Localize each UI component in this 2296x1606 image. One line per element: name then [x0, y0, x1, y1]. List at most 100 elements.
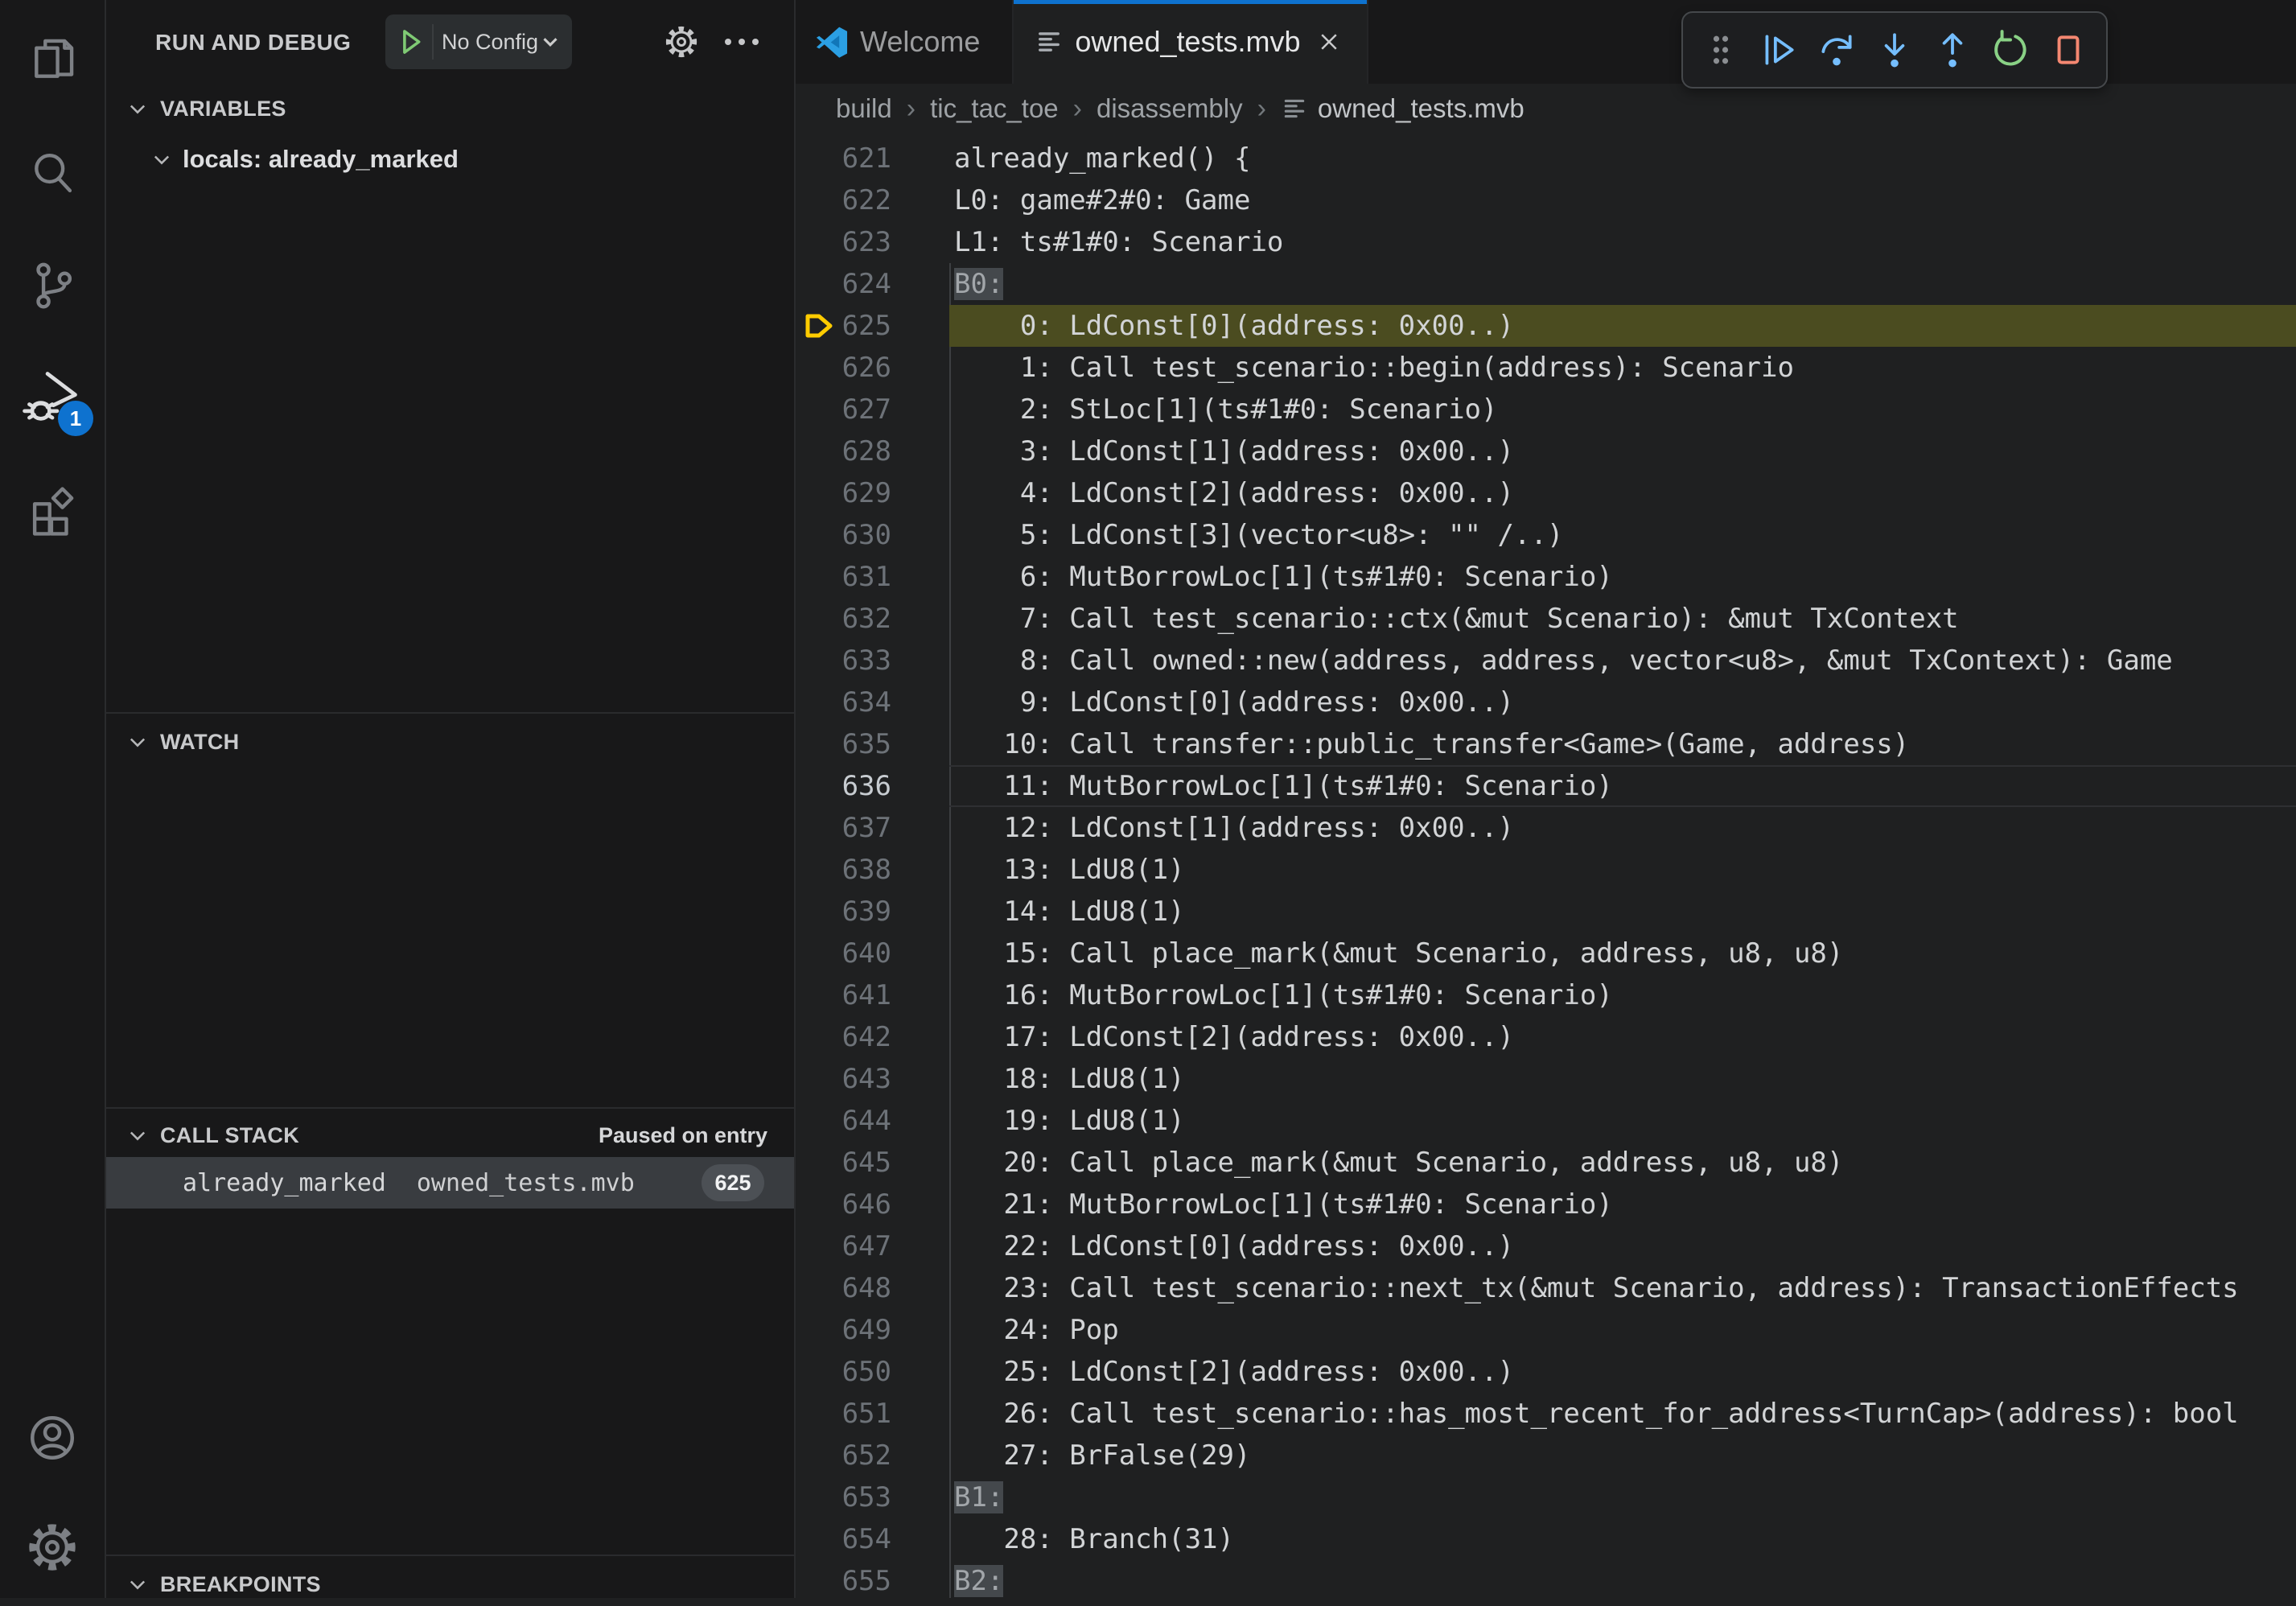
code-text[interactable]: 10: Call transfer::public_transfer<Game>… — [949, 723, 2296, 765]
explorer-icon[interactable] — [0, 8, 105, 113]
block-label-line[interactable]: B1: — [949, 1476, 2296, 1518]
code-text[interactable]: 26: Call test_scenario::has_most_recent_… — [949, 1393, 2296, 1435]
breadcrumb-item[interactable]: build — [836, 93, 892, 124]
start-debug-icon[interactable] — [395, 27, 426, 57]
step-out-icon[interactable] — [1928, 25, 1977, 75]
code-text[interactable]: 2: StLoc[1](ts#1#0: Scenario) — [949, 389, 2296, 430]
line-number[interactable]: 641 — [796, 974, 949, 1016]
code-text[interactable]: 17: LdConst[2](address: 0x00..) — [949, 1016, 2296, 1058]
line-number[interactable]: 624 — [796, 263, 949, 305]
line-number[interactable]: 626 — [796, 347, 949, 389]
step-over-icon[interactable] — [1812, 25, 1862, 75]
block-label-line[interactable]: B2: — [949, 1560, 2296, 1598]
code-text[interactable]: 20: Call place_mark(&mut Scenario, addre… — [949, 1142, 2296, 1184]
stop-icon[interactable] — [2043, 25, 2093, 75]
line-number[interactable]: 627 — [796, 389, 949, 430]
code-text[interactable]: already_marked() { — [949, 138, 2296, 179]
more-actions-icon[interactable] — [718, 18, 766, 66]
line-number[interactable]: 632 — [796, 598, 949, 640]
line-number[interactable]: 629 — [796, 472, 949, 514]
line-number[interactable]: 622 — [796, 179, 949, 221]
source-control-icon[interactable] — [0, 233, 105, 338]
watch-section-header[interactable]: WATCH — [106, 720, 794, 764]
line-number[interactable]: 642 — [796, 1016, 949, 1058]
extensions-icon[interactable] — [0, 459, 105, 563]
line-number[interactable]: 639 — [796, 891, 949, 933]
variables-locals-scope[interactable]: locals: already_marked — [106, 137, 794, 182]
settings-gear-icon[interactable] — [0, 1495, 105, 1600]
run-and-debug-icon[interactable]: 1 — [0, 344, 105, 449]
code-text[interactable]: L0: game#2#0: Game — [949, 179, 2296, 221]
restart-icon[interactable] — [1985, 25, 2035, 75]
block-label-line[interactable]: B0: — [949, 263, 2296, 305]
stack-frame-row[interactable]: already_marked owned_tests.mvb 625 — [106, 1157, 794, 1209]
line-number[interactable]: 644 — [796, 1100, 949, 1142]
toolbar-drag-handle-icon[interactable] — [1696, 25, 1746, 75]
code-text[interactable]: 27: BrFalse(29) — [949, 1435, 2296, 1476]
debug-settings-gear-icon[interactable] — [657, 18, 706, 66]
line-number[interactable]: 636 — [796, 765, 949, 807]
line-number[interactable]: 637 — [796, 807, 949, 849]
line-number[interactable]: 634 — [796, 682, 949, 723]
line-number[interactable]: 650 — [796, 1351, 949, 1393]
code-text[interactable]: 9: LdConst[0](address: 0x00..) — [949, 682, 2296, 723]
breadcrumb-item[interactable]: owned_tests.mvb — [1281, 93, 1524, 124]
line-number[interactable]: 643 — [796, 1058, 949, 1100]
code-text[interactable]: 25: LdConst[2](address: 0x00..) — [949, 1351, 2296, 1393]
line-number[interactable]: 633 — [796, 640, 949, 682]
line-number[interactable]: 655 — [796, 1560, 949, 1598]
code-text[interactable]: 18: LdU8(1) — [949, 1058, 2296, 1100]
code-text[interactable]: 16: MutBorrowLoc[1](ts#1#0: Scenario) — [949, 974, 2296, 1016]
line-number[interactable]: 648 — [796, 1267, 949, 1309]
code-text[interactable]: L1: ts#1#0: Scenario — [949, 221, 2296, 263]
line-number[interactable]: 640 — [796, 933, 949, 974]
code-text[interactable]: 7: Call test_scenario::ctx(&mut Scenario… — [949, 598, 2296, 640]
code-text[interactable]: 11: MutBorrowLoc[1](ts#1#0: Scenario) — [949, 765, 2296, 807]
line-number[interactable]: 654 — [796, 1518, 949, 1560]
line-number[interactable]: 623 — [796, 221, 949, 263]
line-number[interactable]: 635 — [796, 723, 949, 765]
close-tab-icon[interactable] — [1312, 25, 1346, 59]
tab-welcome[interactable]: Welcome — [796, 0, 1014, 84]
line-number[interactable]: 649 — [796, 1309, 949, 1351]
line-number[interactable]: 647 — [796, 1225, 949, 1267]
code-text[interactable]: 1: Call test_scenario::begin(address): S… — [949, 347, 2296, 389]
breadcrumb-item[interactable]: disassembly — [1097, 93, 1243, 124]
breadcrumb-item[interactable]: tic_tac_toe — [930, 93, 1059, 124]
code-text[interactable]: 13: LdU8(1) — [949, 849, 2296, 891]
tab-owned-tests[interactable]: owned_tests.mvb — [1014, 0, 1368, 84]
line-number[interactable]: 631 — [796, 556, 949, 598]
variables-section-header[interactable]: VARIABLES — [106, 87, 794, 130]
code-text[interactable]: 3: LdConst[1](address: 0x00..) — [949, 430, 2296, 472]
line-number[interactable]: 628 — [796, 430, 949, 472]
code-text[interactable]: 12: LdConst[1](address: 0x00..) — [949, 807, 2296, 849]
line-number[interactable]: 652 — [796, 1435, 949, 1476]
code-text[interactable]: 23: Call test_scenario::next_tx(&mut Sce… — [949, 1267, 2296, 1309]
code-text[interactable]: 14: LdU8(1) — [949, 891, 2296, 933]
line-number[interactable]: 630 — [796, 514, 949, 556]
line-number[interactable]: 621 — [796, 138, 949, 179]
code-text[interactable]: 15: Call place_mark(&mut Scenario, addre… — [949, 933, 2296, 974]
line-number[interactable]: 653 — [796, 1476, 949, 1518]
search-icon[interactable] — [0, 121, 105, 225]
continue-icon[interactable] — [1754, 25, 1804, 75]
code-text[interactable]: 19: LdU8(1) — [949, 1100, 2296, 1142]
code-text[interactable]: 0: LdConst[0](address: 0x00..) — [949, 305, 2296, 347]
code-text[interactable]: 4: LdConst[2](address: 0x00..) — [949, 472, 2296, 514]
call-stack-section-header[interactable]: CALL STACK Paused on entry — [106, 1114, 794, 1157]
line-number[interactable]: 645 — [796, 1142, 949, 1184]
code-text[interactable]: 8: Call owned::new(address, address, vec… — [949, 640, 2296, 682]
step-into-icon[interactable] — [1870, 25, 1920, 75]
line-number[interactable]: 638 — [796, 849, 949, 891]
code-text[interactable]: 5: LdConst[3](vector<u8>: "" /..) — [949, 514, 2296, 556]
line-number[interactable]: 651 — [796, 1393, 949, 1435]
code-text[interactable]: 24: Pop — [949, 1309, 2296, 1351]
code-text[interactable]: 22: LdConst[0](address: 0x00..) — [949, 1225, 2296, 1267]
line-number[interactable]: 646 — [796, 1184, 949, 1225]
account-icon[interactable] — [0, 1386, 105, 1490]
code-text[interactable]: 28: Branch(31) — [949, 1518, 2296, 1560]
code-text[interactable]: 21: MutBorrowLoc[1](ts#1#0: Scenario) — [949, 1184, 2296, 1225]
breakpoints-section-header[interactable]: BREAKPOINTS — [106, 1563, 794, 1606]
line-number[interactable]: 625 — [796, 305, 949, 347]
code-text[interactable]: 6: MutBorrowLoc[1](ts#1#0: Scenario) — [949, 556, 2296, 598]
